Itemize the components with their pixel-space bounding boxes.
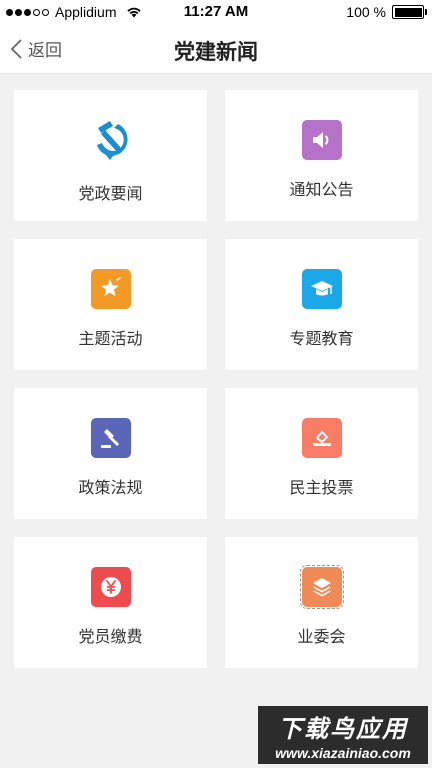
layers-icon	[299, 565, 344, 609]
tile-label: 通知公告	[289, 182, 354, 199]
tile-party-news[interactable]: 党政要闻	[14, 90, 207, 221]
graduation-cap-icon	[301, 269, 342, 309]
back-label: 返回	[28, 41, 62, 60]
status-right: 100 %	[346, 4, 427, 20]
speaker-icon	[301, 120, 342, 160]
hammer-sickle-icon	[87, 116, 135, 164]
tile-label: 主题活动	[78, 331, 143, 348]
carrier-name: Applidium	[55, 4, 117, 20]
screen: Applidium 11:27 AM 100 % 返回 党建新闻 党政要闻 通知…	[0, 0, 432, 768]
tile-label: 专题教育	[289, 331, 354, 348]
vote-icon	[301, 418, 342, 458]
status-left: Applidium	[6, 4, 142, 20]
tile-policies[interactable]: 政策法规	[14, 388, 207, 519]
status-bar: Applidium 11:27 AM 100 %	[0, 0, 432, 24]
wifi-icon	[127, 7, 142, 18]
watermark-url: www.xiazainiao.com	[275, 745, 411, 761]
star-icon	[90, 269, 131, 309]
tile-member-dues[interactable]: 党员缴费	[14, 537, 207, 668]
tile-label: 党政要闻	[78, 186, 143, 203]
battery-icon	[392, 5, 427, 19]
tile-special-education[interactable]: 专题教育	[225, 239, 418, 370]
yen-icon	[90, 567, 131, 607]
signal-strength-icon	[6, 8, 49, 16]
tile-notices[interactable]: 通知公告	[225, 90, 418, 221]
nav-bar: 返回 党建新闻	[0, 24, 432, 74]
tile-owners-committee[interactable]: 业委会	[225, 537, 418, 668]
gavel-icon	[90, 418, 131, 458]
tile-label: 党员缴费	[78, 629, 143, 646]
menu-grid: 党政要闻 通知公告 主题活动 专题教育 政策法规 民主投票 党员缴费 业委会	[14, 90, 418, 668]
tile-label: 业委会	[297, 629, 346, 646]
page-title: 党建新闻	[174, 41, 258, 64]
back-button[interactable]: 返回	[10, 36, 62, 61]
tile-label: 民主投票	[289, 480, 354, 497]
tile-label: 政策法规	[78, 480, 143, 497]
watermark-title: 下载鸟应用	[278, 716, 408, 743]
tile-theme-activities[interactable]: 主题活动	[14, 239, 207, 370]
chevron-left-icon	[11, 39, 22, 58]
tile-democratic-voting[interactable]: 民主投票	[225, 388, 418, 519]
battery-percent: 100 %	[346, 4, 386, 20]
watermark: 下载鸟应用 www.xiazainiao.com	[258, 706, 428, 764]
